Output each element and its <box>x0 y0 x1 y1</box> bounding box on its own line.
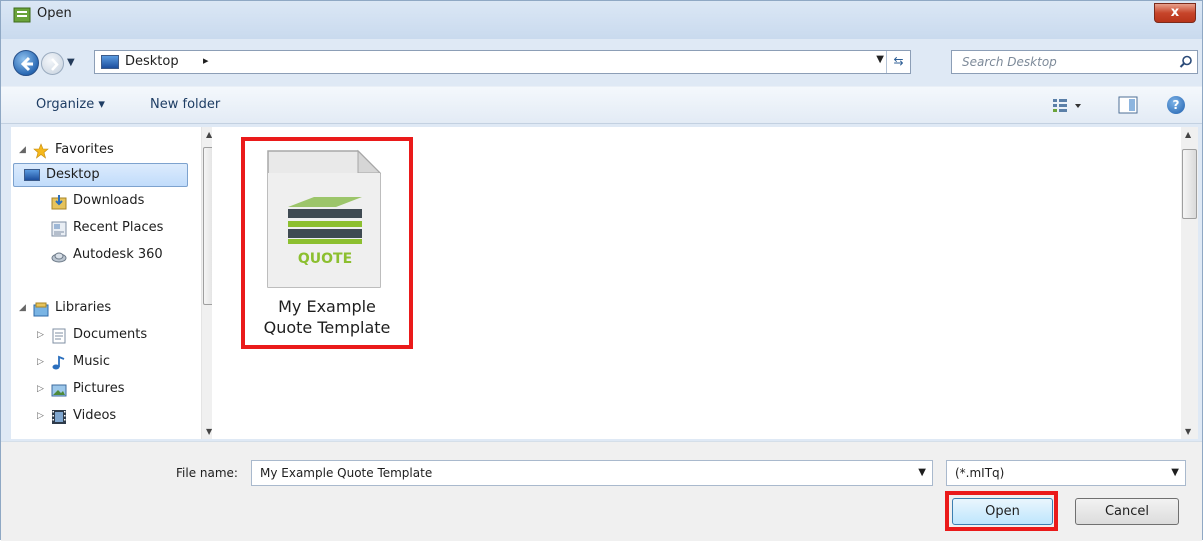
desktop-icon <box>24 169 40 181</box>
nav-item-music[interactable]: ▷ Music <box>37 351 191 375</box>
help-icon[interactable]: ? <box>1167 96 1185 114</box>
scroll-up-icon[interactable]: ▲ <box>1185 130 1191 139</box>
forward-arrow-icon <box>51 58 59 71</box>
nav-libraries[interactable]: ◢ Libraries <box>19 297 193 321</box>
breadcrumb-arrow-icon[interactable]: ▸ <box>203 54 209 67</box>
scroll-down-icon[interactable]: ▼ <box>1185 427 1191 436</box>
file-name-line: My Example <box>278 297 376 316</box>
star-icon <box>33 143 49 159</box>
nav-label: Favorites <box>55 142 114 157</box>
nav-label: Documents <box>73 327 148 342</box>
close-icon: x <box>1170 5 1180 20</box>
nav-label: Autodesk 360 <box>73 247 163 262</box>
search-input[interactable]: Search Desktop <box>951 50 1198 74</box>
file-list-scroll-thumb[interactable] <box>1182 149 1197 219</box>
expand-icon[interactable]: ▷ <box>37 357 44 367</box>
forward-button[interactable] <box>41 52 64 75</box>
file-type-value[interactable]: (*.mITq) <box>955 466 1004 480</box>
libraries-icon <box>33 302 49 317</box>
command-bar: Organize ▾ New folder ? <box>1 86 1202 124</box>
documents-icon <box>52 328 66 344</box>
address-bar[interactable]: Desktop ▸ ▼ ⇆ <box>94 50 911 74</box>
nav-label: Pictures <box>73 381 125 396</box>
back-arrow-icon <box>20 56 33 72</box>
organize-button[interactable]: Organize ▾ <box>36 97 105 112</box>
close-button[interactable]: x <box>1154 3 1196 23</box>
nav-item-downloads[interactable]: Downloads <box>51 190 191 214</box>
nav-favorites[interactable]: ◢ Favorites <box>19 139 193 163</box>
title-bar: Open x <box>1 1 1202 39</box>
quote-template-file-icon[interactable]: QUOTE <box>266 149 382 289</box>
expand-icon[interactable]: ▷ <box>37 384 44 394</box>
open-button[interactable]: Open <box>952 498 1053 525</box>
nav-item-recent-places[interactable]: Recent Places <box>51 217 191 241</box>
nav-label: Music <box>73 354 110 369</box>
back-button[interactable] <box>13 50 39 76</box>
collapse-icon[interactable]: ◢ <box>19 303 26 313</box>
preview-pane-icon[interactable] <box>1118 96 1138 114</box>
expand-icon[interactable]: ▷ <box>37 411 44 421</box>
music-icon <box>52 355 65 370</box>
file-name-line: Quote Template <box>263 318 391 337</box>
nav-item-documents[interactable]: ▷ Documents <box>37 324 191 348</box>
nav-label: Downloads <box>73 193 145 208</box>
desktop-icon <box>101 55 119 69</box>
chevron-down-icon[interactable]: ▼ <box>876 54 884 65</box>
file-name-label[interactable]: My Example Quote Template <box>245 296 409 338</box>
change-view-icon[interactable] <box>1051 96 1091 116</box>
cancel-button[interactable]: Cancel <box>1075 498 1179 525</box>
downloads-icon <box>51 195 67 210</box>
refresh-icon[interactable]: ⇆ <box>886 51 910 73</box>
nav-label: Videos <box>73 408 117 423</box>
chevron-down-icon[interactable]: ▼ <box>1171 467 1179 478</box>
nav-item-videos[interactable]: ▷ Videos <box>37 405 191 429</box>
open-dialog: Open x ▼ Desktop ▸ ▼ ⇆ Search Desktop Or… <box>0 0 1203 541</box>
nav-label: Recent Places <box>73 220 164 235</box>
file-name-input[interactable]: My Example Quote Template ▼ <box>251 460 933 486</box>
recent-pages-icon[interactable]: ▼ <box>67 57 75 68</box>
file-icon-label: QUOTE <box>298 251 352 267</box>
file-name-field-label: File name: <box>176 466 238 480</box>
recent-places-icon <box>51 221 67 237</box>
videos-icon <box>52 410 66 424</box>
pictures-icon <box>51 384 67 397</box>
nav-item-autodesk-360[interactable]: Autodesk 360 <box>51 244 191 268</box>
nav-item-pictures[interactable]: ▷ Pictures <box>37 378 191 402</box>
navigation-pane: ◢ Favorites Desktop Downloads Recent Pla… <box>11 127 218 439</box>
file-name-value[interactable]: My Example Quote Template <box>260 466 432 480</box>
cloud-icon <box>51 252 67 263</box>
nav-item-desktop[interactable]: Desktop <box>13 163 188 187</box>
nav-label: Desktop <box>46 167 100 182</box>
search-icon[interactable] <box>1179 55 1193 69</box>
file-type-select[interactable]: (*.mITq) ▼ <box>946 460 1186 486</box>
search-placeholder: Search Desktop <box>962 55 1057 69</box>
new-folder-button[interactable]: New folder <box>150 97 220 112</box>
file-list-scrollbar[interactable]: ▲ ▼ <box>1181 127 1198 439</box>
chevron-down-icon[interactable]: ▼ <box>918 467 926 478</box>
collapse-icon[interactable]: ◢ <box>19 145 26 155</box>
app-icon <box>13 7 31 23</box>
expand-icon[interactable]: ▷ <box>37 330 44 340</box>
window-title: Open <box>37 6 72 21</box>
address-location[interactable]: Desktop <box>125 54 179 69</box>
nav-label: Libraries <box>55 300 112 315</box>
